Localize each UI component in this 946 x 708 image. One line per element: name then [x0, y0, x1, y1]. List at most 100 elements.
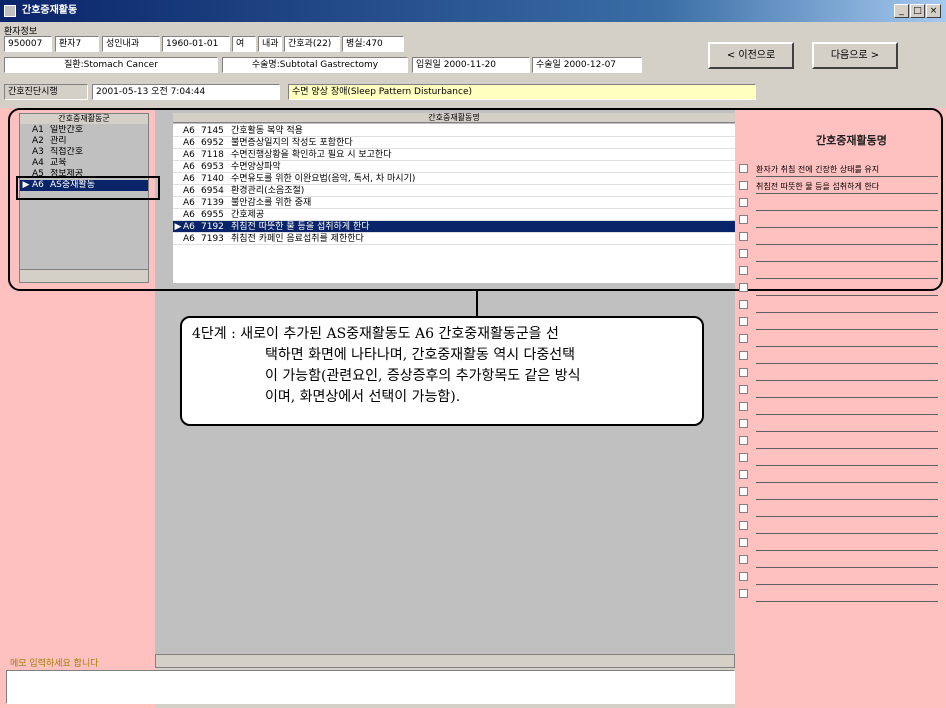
checkbox[interactable] — [739, 538, 748, 547]
group-list-item[interactable]: A5 정보제공 — [20, 169, 148, 180]
selected-line — [756, 312, 938, 313]
group-list-item[interactable]: A3 직접간호 — [20, 147, 148, 158]
selected-activity-text: 취침전 따뜻한 물 등을 섭취하게 한다 — [756, 182, 880, 191]
checkbox[interactable] — [739, 487, 748, 496]
checkbox[interactable] — [739, 589, 748, 598]
activity-group: A6 — [183, 138, 195, 148]
activity-row[interactable]: A6 7193 취침전 카페인 음료섭취를 제한한다 — [173, 233, 735, 245]
app-icon — [4, 5, 16, 17]
surgery-field: 수술명:Subtotal Gastrectomy — [222, 57, 408, 73]
minimize-button[interactable]: _ — [894, 4, 909, 18]
selected-line — [756, 363, 938, 364]
prev-button[interactable]: < 이전으로 — [708, 42, 794, 69]
checkbox[interactable] — [739, 470, 748, 479]
activity-code: 6952 — [201, 138, 224, 148]
selected-line — [756, 567, 938, 568]
selected-line — [756, 227, 938, 228]
checkbox[interactable] — [739, 198, 748, 207]
nursing-diagnosis-field: 수면 양상 장애(Sleep Pattern Disturbance) — [288, 84, 756, 100]
callout-line-1: 4단계 : 새로이 추가된 AS중재활동도 A6 간호중재활동군을 선 — [192, 326, 559, 342]
checkbox[interactable] — [739, 215, 748, 224]
selected-line — [756, 601, 938, 602]
activity-text: 취침전 카페인 음료섭취를 제한한다 — [231, 234, 364, 244]
checkbox[interactable] — [739, 555, 748, 564]
activity-text: 수면유도를 위한 이완요법(음악, 독서, 차 마시기) — [231, 174, 416, 184]
group-code: A4 — [32, 158, 44, 168]
activity-row[interactable]: ▶ A6 7192 취침전 따뜻한 물 등을 섭취하게 한다 — [173, 221, 735, 233]
selected-line — [756, 516, 938, 517]
activity-code: 7140 — [201, 174, 224, 184]
activity-code: 7193 — [201, 234, 224, 244]
checkbox[interactable] — [739, 436, 748, 445]
selected-line — [756, 193, 938, 194]
checkbox[interactable] — [739, 300, 748, 309]
activity-hscrollbar[interactable] — [155, 654, 735, 668]
group-list-item[interactable]: A2 관리 — [20, 136, 148, 147]
group-list-item[interactable]: A1 일반간호 — [20, 125, 148, 136]
checkbox[interactable] — [739, 164, 748, 173]
activity-row[interactable]: A6 7118 수면진행상황을 확인하고 필요 시 보고한다 — [173, 149, 735, 161]
selected-line — [756, 346, 938, 347]
checkbox[interactable] — [739, 334, 748, 343]
activity-row[interactable]: A6 6952 불면증상일지의 작성도 포함한다 — [173, 137, 735, 149]
selected-line — [756, 295, 938, 296]
selected-line — [756, 261, 938, 262]
checkbox[interactable] — [739, 249, 748, 258]
selected-line — [756, 244, 938, 245]
group-list-item[interactable]: A4 교육 — [20, 158, 148, 169]
checkbox[interactable] — [739, 402, 748, 411]
checkbox[interactable] — [739, 521, 748, 530]
group-code: A6 — [32, 180, 44, 190]
activity-row[interactable]: A6 7145 간호활동 복약 적용 — [173, 125, 735, 137]
checkbox[interactable] — [739, 317, 748, 326]
checkbox[interactable] — [739, 232, 748, 241]
activity-row[interactable]: A6 7139 불안감소를 위한 중재 — [173, 197, 735, 209]
activity-group: A6 — [183, 150, 195, 160]
memo-input[interactable] — [6, 670, 735, 704]
activity-row[interactable]: A6 6955 간호제공 — [173, 209, 735, 221]
next-button[interactable]: 다음으로 > — [812, 42, 898, 69]
selected-line — [756, 448, 938, 449]
selected-line — [756, 278, 938, 279]
activity-row[interactable]: A6 6953 수면양상파악 — [173, 161, 735, 173]
activity-group: A6 — [183, 210, 195, 220]
close-button[interactable]: × — [926, 4, 941, 18]
callout-line-2: 택하면 화면에 나타나며, 간호중재활동 역시 다중선택 — [265, 347, 576, 363]
activity-text: 간호활동 복약 적용 — [231, 126, 303, 136]
checkbox[interactable] — [739, 181, 748, 190]
admit-date-field: 입원일 2000-11-20 — [412, 57, 530, 73]
patient-unit-field: 간호과(22) — [284, 36, 340, 52]
group-list-item[interactable]: ▶ A6 AS중재활동 — [20, 180, 148, 191]
activity-code: 7192 — [201, 222, 224, 232]
selected-line — [756, 210, 938, 211]
checkbox[interactable] — [739, 419, 748, 428]
selected-line — [756, 397, 938, 398]
checkbox[interactable] — [739, 504, 748, 513]
group-label: 일반간호 — [50, 125, 84, 135]
checkbox[interactable] — [739, 453, 748, 462]
activity-code: 6954 — [201, 186, 224, 196]
checkbox[interactable] — [739, 266, 748, 275]
patient-ward-field: 성인내과 — [102, 36, 160, 52]
selected-line — [756, 465, 938, 466]
selected-line — [756, 380, 938, 381]
maximize-button[interactable]: □ — [910, 4, 925, 18]
checkbox[interactable] — [739, 572, 748, 581]
patient-dept-field: 내과 — [258, 36, 282, 52]
activity-code: 7145 — [201, 126, 224, 136]
checkbox[interactable] — [739, 368, 748, 377]
assess-datetime-field: 2001-05-13 오전 7:04:44 — [92, 84, 280, 100]
activity-row[interactable]: A6 7140 수면유도를 위한 이완요법(음악, 독서, 차 마시기) — [173, 173, 735, 185]
activity-code: 6955 — [201, 210, 224, 220]
patient-sex-field: 여 — [232, 36, 256, 52]
group-code: A5 — [32, 169, 44, 179]
group-code: A3 — [32, 147, 44, 157]
checkbox[interactable] — [739, 351, 748, 360]
activity-row[interactable]: A6 6954 환경관리(소음조절) — [173, 185, 735, 197]
group-label: 정보제공 — [50, 169, 84, 179]
activity-group: A6 — [183, 222, 195, 232]
callout-connector — [476, 291, 478, 316]
checkbox[interactable] — [739, 283, 748, 292]
checkbox[interactable] — [739, 385, 748, 394]
selected-activity-text: 환자가 취침 전에 긴장한 상태를 유지 — [756, 165, 880, 174]
